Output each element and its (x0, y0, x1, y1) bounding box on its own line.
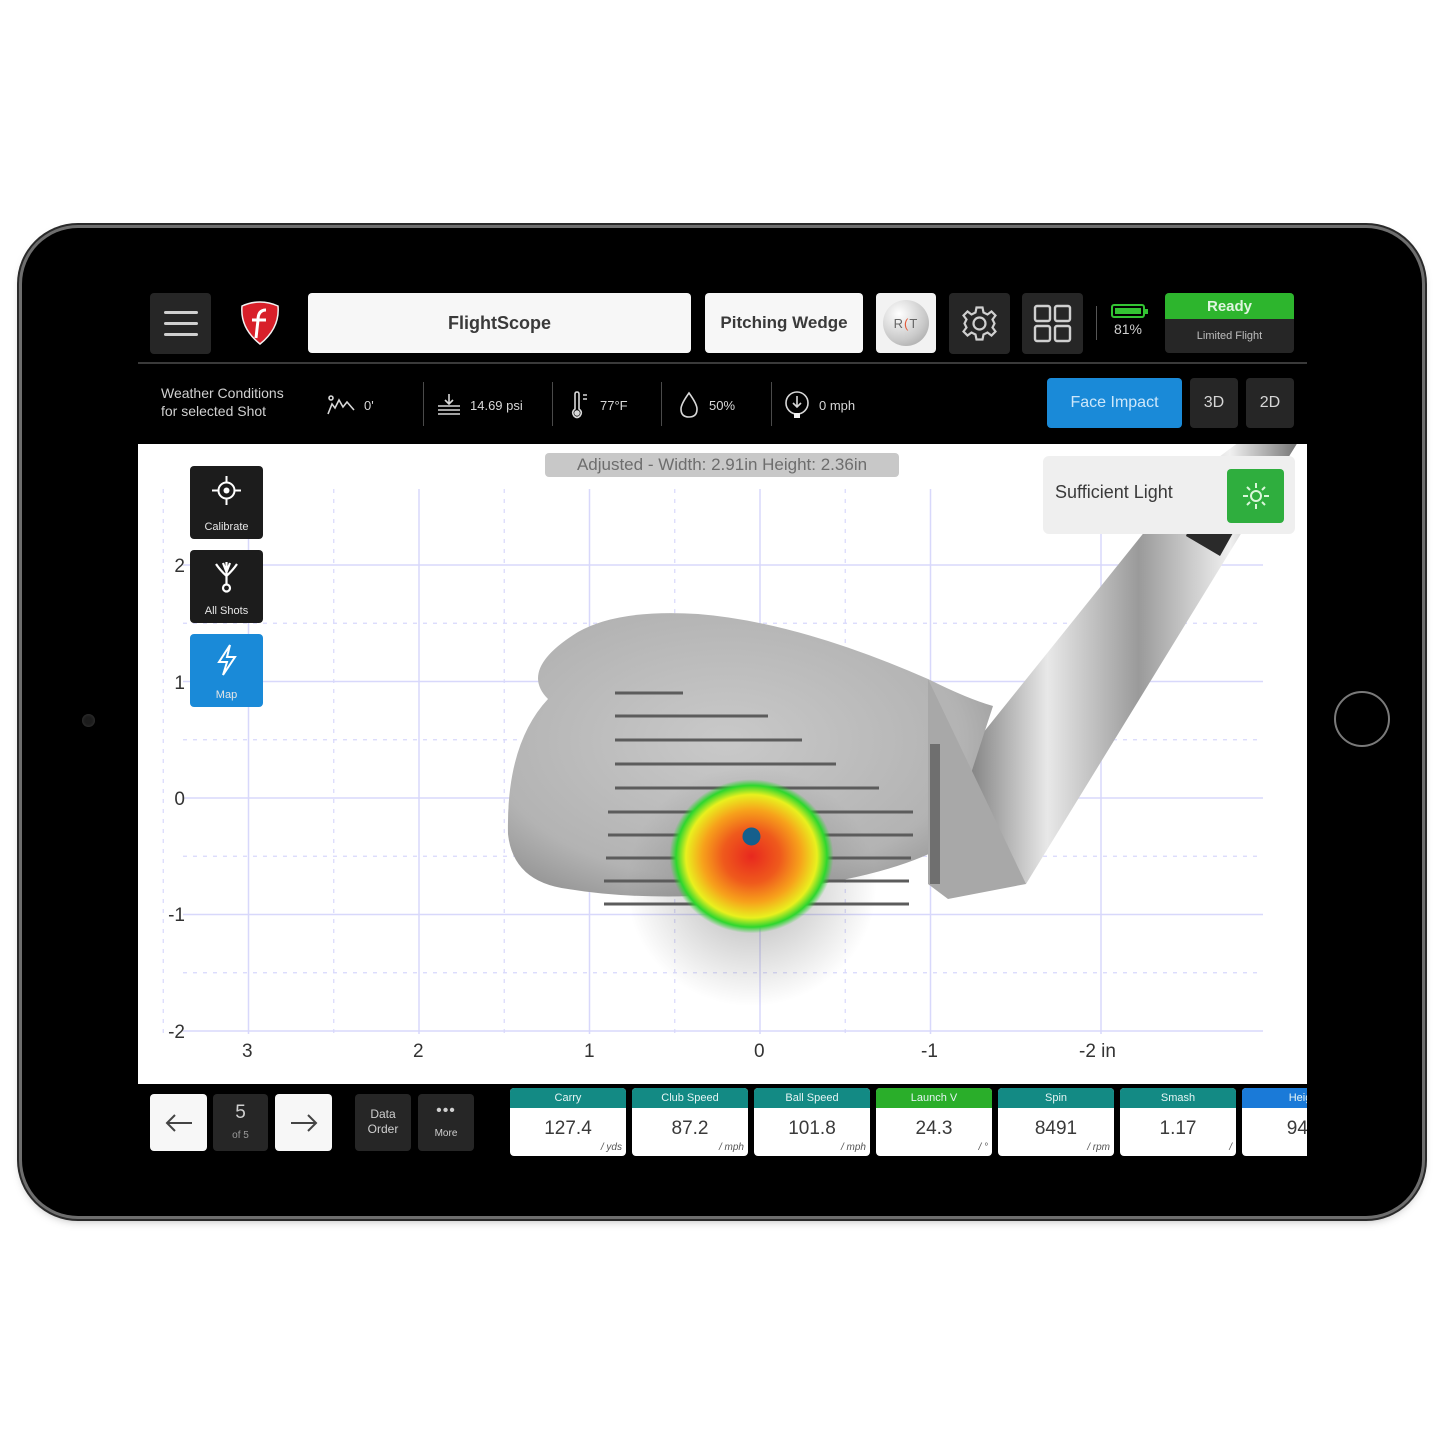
sun-icon (1242, 483, 1269, 509)
x-tick-label: -2 in (1079, 1041, 1116, 1062)
metric-tile[interactable]: Ball Speed 101.8 / mph (754, 1088, 870, 1156)
pressure-icon (438, 394, 460, 415)
metric-unit: / mph (840, 1142, 866, 1153)
y-tick-label: 2 (174, 556, 185, 577)
metric-unit: / yds (600, 1142, 622, 1153)
metric-label: Smash (1120, 1088, 1236, 1108)
x-tick-label: -1 (921, 1041, 938, 1062)
next-shot-button[interactable] (275, 1094, 332, 1151)
data-order-button[interactable]: Data Order (355, 1094, 411, 1151)
crosshair-icon (212, 476, 241, 505)
metric-label: Carry (510, 1088, 626, 1108)
metric-tile[interactable]: Carry 127.4 / yds (510, 1088, 626, 1156)
menu-button[interactable] (150, 293, 211, 354)
grid-layout-icon (1033, 304, 1072, 343)
battery-icon (1111, 304, 1148, 318)
y-tick-label: 0 (174, 789, 185, 810)
metric-tile[interactable]: Club Speed 87.2 / mph (632, 1088, 748, 1156)
heatmap-blob (669, 779, 834, 934)
humidity-drop-icon (680, 391, 698, 418)
app-screen: FlightScope Pitching Wedge R(T 81% Ready… (138, 282, 1307, 1162)
light-status-button[interactable] (1227, 469, 1284, 523)
metric-label: Spin (998, 1088, 1114, 1108)
battery-indicator: 81% (1108, 304, 1148, 349)
metric-tile[interactable]: Spin 8491 / rpm (998, 1088, 1114, 1156)
weather-wind: 0 mph (783, 391, 855, 418)
weather-humidity: 50% (677, 391, 735, 418)
hamburger-icon (164, 311, 198, 314)
calibrate-button[interactable]: Calibrate (190, 466, 263, 539)
metric-value: 127.4 (544, 1118, 592, 1139)
tablet-home-button[interactable] (1334, 691, 1390, 747)
club-selector[interactable]: Pitching Wedge (705, 293, 863, 353)
metric-unit: / rpm (1087, 1142, 1110, 1153)
metric-value: 94. (1286, 1118, 1307, 1139)
metric-tile[interactable]: Launch V 24.3 / ° (876, 1088, 992, 1156)
device-status[interactable]: Ready Limited Flight (1165, 293, 1294, 353)
altitude-icon (327, 395, 355, 415)
shot-counter: 5 of 5 (213, 1094, 268, 1151)
all-shots-button[interactable]: All Shots (190, 550, 263, 623)
adjusted-dimensions-label: Adjusted - Width: 2.91in Height: 2.36in (545, 453, 899, 477)
tab-3d[interactable]: 3D (1190, 378, 1238, 428)
previous-shot-button[interactable] (150, 1094, 207, 1151)
map-button[interactable]: Map (190, 634, 263, 707)
lightning-icon (217, 644, 237, 676)
light-status-text: Sufficient Light (1055, 482, 1173, 502)
x-tick-label: 3 (242, 1041, 253, 1062)
impact-heatmap (626, 766, 877, 1007)
session-title[interactable]: FlightScope (308, 293, 691, 353)
x-tick-label: 0 (754, 1041, 765, 1062)
tab-2d[interactable]: 2D (1246, 378, 1294, 428)
wind-icon (785, 391, 809, 418)
y-tick-label: 1 (174, 673, 185, 694)
impact-point-marker[interactable] (742, 827, 761, 846)
metric-label: Ball Speed (754, 1088, 870, 1108)
metric-value: 101.8 (788, 1118, 836, 1139)
gear-icon (962, 306, 997, 341)
metric-value: 24.3 (915, 1118, 953, 1139)
status-mode: Limited Flight (1196, 330, 1263, 342)
arrow-right-icon (290, 1113, 317, 1132)
layout-grid-button[interactable] (1022, 293, 1083, 354)
y-tick-label: -2 (168, 1022, 185, 1043)
metric-unit: / mph (718, 1142, 744, 1153)
metric-tile[interactable]: Smash 1.17 / (1120, 1088, 1236, 1156)
light-status-panel: Sufficient Light (1043, 456, 1295, 534)
metric-tile[interactable]: Heig 94. (1242, 1088, 1307, 1156)
bottom-bar: 5 of 5 Data Order ••• More Carry 127.4 / y… (138, 1084, 1307, 1162)
weather-bar: Weather Conditions for selected Shot 0' … (138, 364, 1307, 444)
weather-altitude: 0' (326, 392, 374, 418)
metric-label: Heig (1242, 1088, 1307, 1108)
rct-ball-button[interactable]: R(T (876, 293, 936, 353)
weather-label: Weather Conditions for selected Shot (161, 385, 284, 419)
more-button[interactable]: ••• More (418, 1094, 474, 1151)
weather-temperature: 77°F (568, 391, 628, 419)
more-dots-icon: ••• (436, 1102, 456, 1119)
metric-label: Launch V (876, 1088, 992, 1108)
metric-value: 87.2 (671, 1118, 709, 1139)
x-tick-label: 1 (584, 1041, 595, 1062)
thermometer-icon (571, 391, 587, 419)
metric-value: 8491 (1034, 1118, 1078, 1139)
metric-value: 1.17 (1159, 1118, 1197, 1139)
metric-unit: / ° (978, 1142, 988, 1153)
settings-button[interactable] (949, 293, 1010, 354)
tab-face-impact[interactable]: Face Impact (1047, 378, 1182, 428)
top-bar: FlightScope Pitching Wedge R(T 81% Ready… (138, 282, 1307, 364)
weather-pressure: 14.69 psi (436, 392, 523, 418)
divider (1096, 306, 1097, 340)
x-tick-label: 2 (413, 1041, 424, 1062)
face-impact-plot[interactable]: 2 1 0 -1 -2 3 2 1 0 -1 -2 in Adjusted - … (138, 444, 1307, 1084)
status-ready: Ready (1165, 293, 1294, 319)
flightscope-logo-icon (241, 301, 279, 345)
shots-spread-icon (215, 562, 238, 593)
y-tick-label: -1 (168, 905, 185, 926)
arrow-left-icon (165, 1113, 192, 1132)
rct-ball-icon: R(T (883, 300, 929, 346)
metric-unit: / (1229, 1142, 1232, 1153)
tablet-camera (82, 714, 95, 727)
metric-label: Club Speed (632, 1088, 748, 1108)
